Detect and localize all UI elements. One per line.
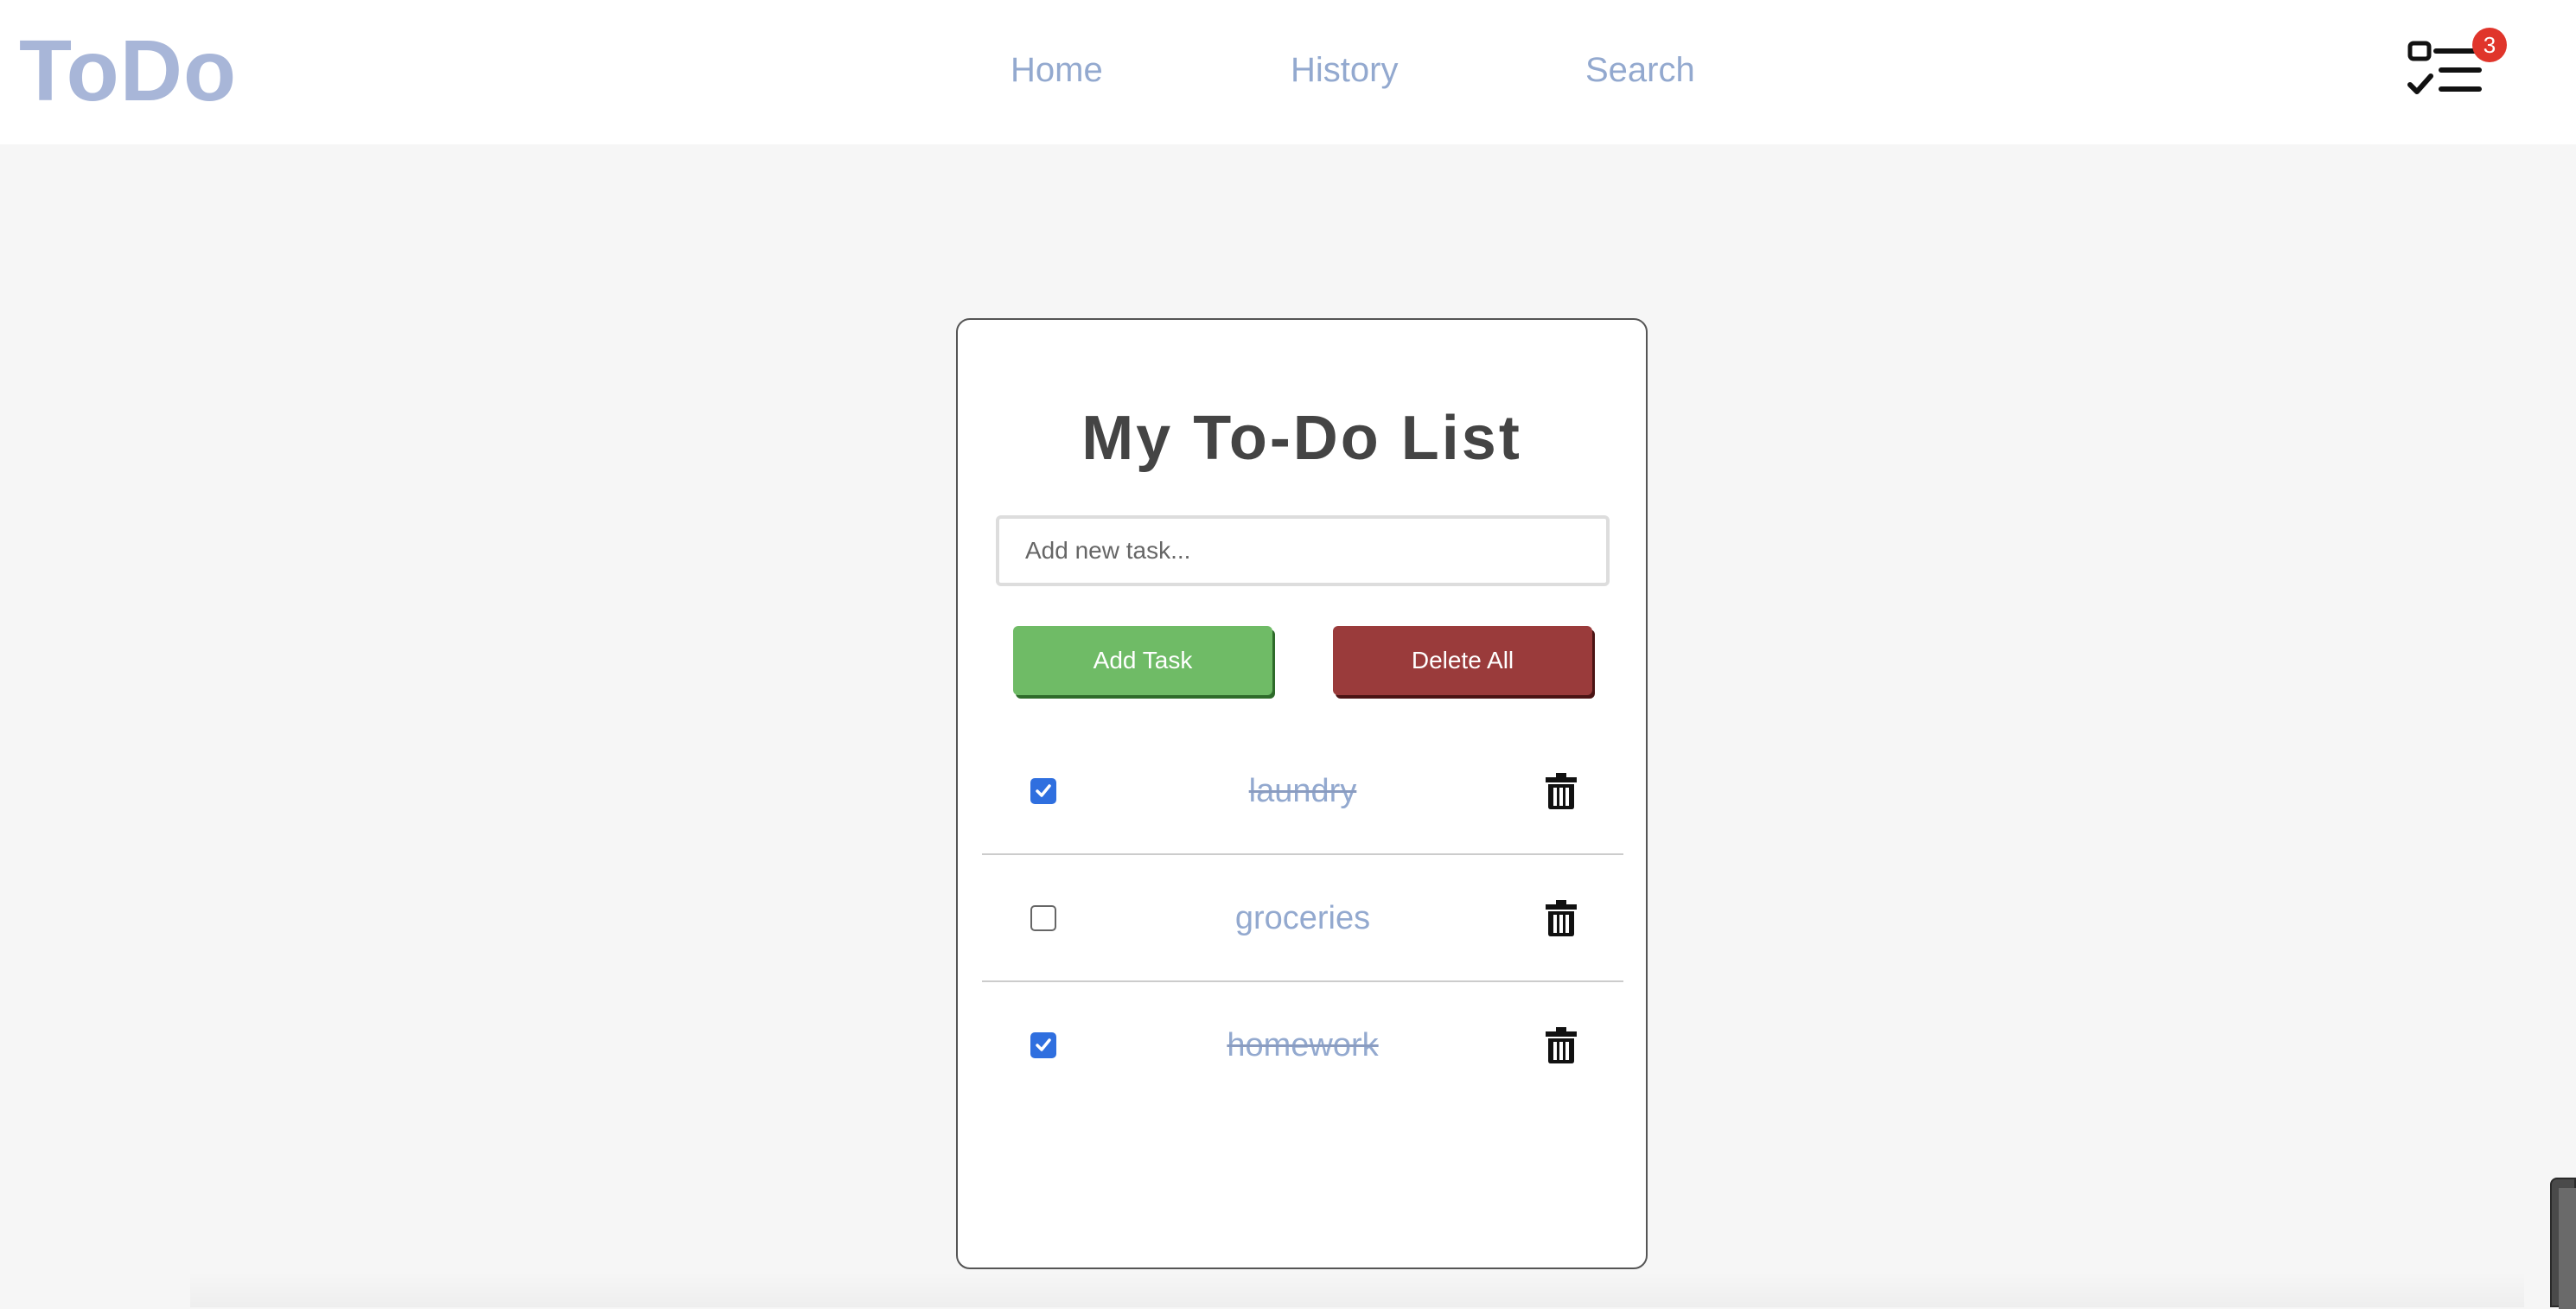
top-navbar: ToDo Home History Search 3: [0, 0, 2576, 144]
notification-badge: 3: [2472, 28, 2507, 62]
checkmark-icon: [1036, 1038, 1051, 1051]
task-list: laundry groceries homework: [982, 728, 1623, 1109]
task-row: laundry: [982, 728, 1623, 855]
app-logo[interactable]: ToDo: [19, 19, 237, 123]
trash-icon[interactable]: [1546, 1027, 1577, 1063]
task-checkbox[interactable]: [1030, 905, 1056, 931]
partial-window-edge[interactable]: [2550, 1178, 2576, 1309]
bottom-shadow: [190, 1271, 2524, 1307]
task-label: homework: [1227, 1027, 1379, 1063]
task-label: groceries: [1234, 900, 1371, 936]
tasks-menu-button[interactable]: 3: [2407, 28, 2507, 104]
new-task-input[interactable]: [996, 515, 1610, 586]
page-title: My To-Do List: [1081, 404, 1522, 473]
checkmark-icon: [1036, 784, 1051, 797]
nav-link-search[interactable]: Search: [1585, 48, 1695, 92]
task-row: groceries: [982, 855, 1623, 982]
trash-icon[interactable]: [1546, 773, 1577, 809]
task-checkbox[interactable]: [1030, 1032, 1056, 1058]
delete-all-button[interactable]: Delete All: [1333, 626, 1592, 695]
todo-card: My To-Do List Add Task Delete All laundr…: [956, 318, 1648, 1269]
nav-link-history[interactable]: History: [1291, 48, 1398, 92]
task-checkbox[interactable]: [1030, 778, 1056, 804]
add-task-button[interactable]: Add Task: [1013, 626, 1272, 695]
nav-link-home[interactable]: Home: [1011, 48, 1103, 92]
task-row: homework: [982, 982, 1623, 1109]
task-label: laundry: [1248, 773, 1357, 809]
partial-window-content: [2559, 1188, 2576, 1309]
trash-icon[interactable]: [1546, 900, 1577, 936]
